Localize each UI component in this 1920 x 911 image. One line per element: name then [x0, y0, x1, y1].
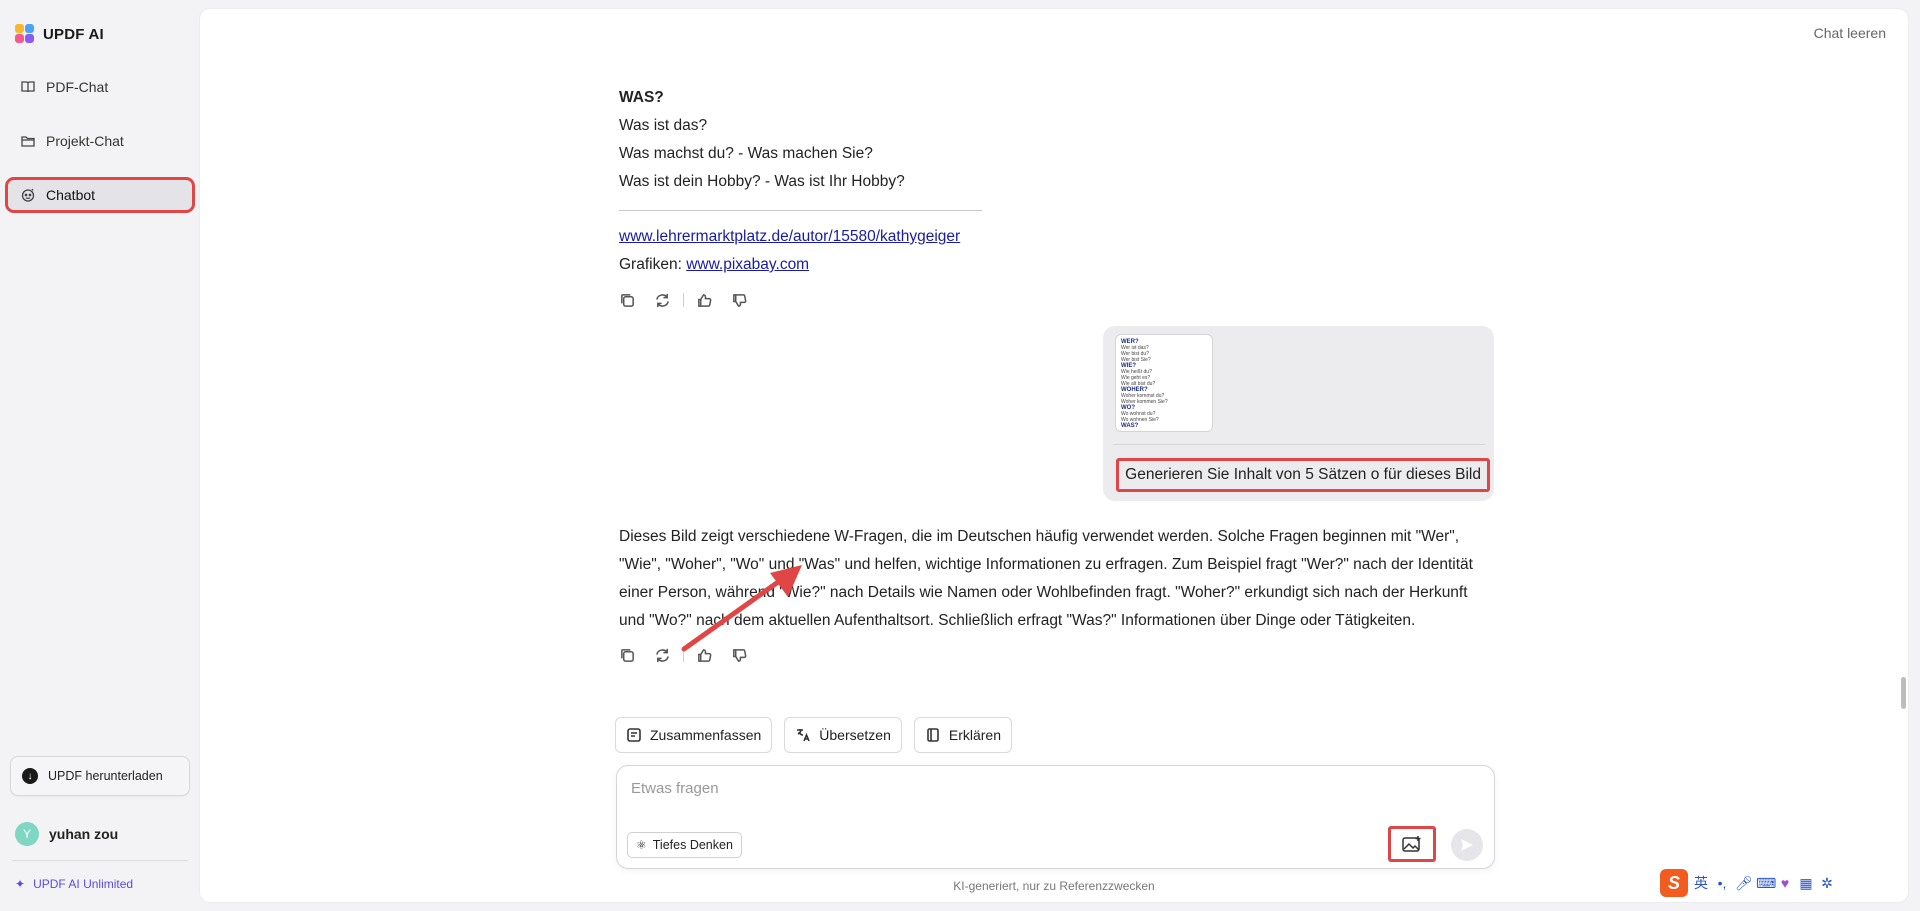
avatar: Y: [15, 822, 39, 846]
explain-icon: [927, 728, 939, 742]
quick-actions: Zusammenfassen Übersetzen Erklären: [615, 717, 1013, 753]
sidebar-item-pdf-chat[interactable]: PDF-Chat: [8, 72, 192, 102]
skin-icon[interactable]: ♥: [1777, 875, 1793, 891]
folder-icon: [21, 136, 35, 147]
summarize-button[interactable]: Zusammenfassen: [615, 717, 773, 753]
plan-link[interactable]: ✦ UPDF AI Unlimited: [15, 877, 133, 891]
summarize-icon: [627, 728, 641, 742]
regenerate-icon[interactable]: [654, 647, 671, 664]
deep-think-toggle[interactable]: ⚛ Tiefes Denken: [627, 832, 742, 858]
translate-button[interactable]: Übersetzen: [784, 717, 902, 753]
divider: [12, 860, 188, 861]
sidebar: UPDF AI PDF-Chat Projekt-Chat Chatbot ↓ …: [0, 0, 200, 911]
bot-icon: [21, 188, 35, 202]
composer: ⚛ Tiefes Denken: [616, 765, 1495, 869]
message-divider: [619, 210, 982, 211]
plan-label: UPDF AI Unlimited: [33, 877, 134, 891]
action-divider: [683, 293, 684, 307]
book-icon: [21, 81, 35, 93]
annotation-arrow: [681, 565, 802, 652]
atom-icon: ⚛: [636, 838, 647, 852]
updf-logo-icon: [15, 24, 35, 44]
disclaimer: KI-generiert, nur zu Referenzzwecken: [953, 879, 1155, 893]
message-actions: [619, 290, 1495, 310]
source-link[interactable]: www.lehrermarktplatz.de/autor/15580/kath…: [619, 228, 960, 245]
credits-link[interactable]: www.pixabay.com: [686, 256, 809, 273]
user-message: WER? Wer ist das? Wer bist du? Wer bist Si…: [1103, 326, 1494, 501]
message-line: Was machst du? - Was machen Sie?: [619, 145, 873, 162]
app-logo[interactable]: UPDF AI: [15, 24, 104, 44]
sparkle-icon: ✦: [15, 877, 26, 891]
chat-panel: Chat leeren WAS? Was ist das? Was machst…: [200, 9, 1908, 902]
chat-input[interactable]: [631, 780, 1471, 797]
chip-label: Zusammenfassen: [650, 727, 762, 743]
sidebar-item-projekt-chat[interactable]: Projekt-Chat: [8, 126, 192, 156]
ime-language[interactable]: 英: [1693, 873, 1709, 893]
microphone-icon[interactable]: 🎤︎: [1735, 875, 1753, 892]
chip-label: Erklären: [948, 727, 1002, 743]
message-line: Was ist dein Hobby? - Was ist Ihr Hobby?: [619, 173, 905, 190]
download-updf-button[interactable]: ↓ UPDF herunterladen: [10, 756, 190, 796]
bubble-divider: [1113, 444, 1485, 445]
keyboard-icon[interactable]: ⌨: [1756, 875, 1776, 892]
sidebar-item-label: Projekt-Chat: [46, 133, 124, 149]
sidebar-item-label: PDF-Chat: [46, 79, 109, 95]
user-name: yuhan zou: [49, 826, 119, 842]
user-message-text: Generieren Sie Inhalt von 5 Sätzen o für…: [1116, 458, 1490, 492]
message-line: Was ist das?: [619, 117, 708, 134]
punctuation-icon[interactable]: •,: [1714, 875, 1730, 891]
thumbs-up-icon[interactable]: [696, 292, 713, 309]
credits-label: Grafiken:: [619, 256, 687, 273]
image-upload-button[interactable]: [1388, 826, 1436, 862]
user-profile[interactable]: Y yuhan zou: [15, 822, 118, 846]
clear-chat-button[interactable]: Chat leeren: [1814, 25, 1886, 41]
scrollbar[interactable]: [1901, 677, 1906, 709]
ime-toolbar: S 英 •, 🎤︎ ⌨ ♥ ▦ ✲: [1656, 867, 1860, 899]
deep-think-label: Tiefes Denken: [652, 838, 733, 852]
copy-icon[interactable]: [619, 647, 636, 664]
download-label: UPDF herunterladen: [48, 769, 163, 783]
copy-icon[interactable]: [619, 292, 636, 309]
send-icon: [1461, 839, 1473, 851]
chip-label: Übersetzen: [819, 727, 891, 743]
sidebar-item-label: Chatbot: [46, 187, 96, 203]
regenerate-icon[interactable]: [654, 292, 671, 309]
send-button[interactable]: [1451, 829, 1483, 861]
translate-icon: [797, 729, 811, 742]
attached-image-thumbnail[interactable]: WER? Wer ist das? Wer bist du? Wer bist Si…: [1115, 334, 1213, 432]
message-heading: WAS?: [619, 89, 664, 106]
thumbs-down-icon[interactable]: [731, 292, 748, 309]
assistant-message: WAS? Was ist das? Was machst du? - Was m…: [619, 84, 1495, 310]
toolbox-icon[interactable]: ▦: [1798, 875, 1814, 892]
app-name: UPDF AI: [43, 25, 104, 43]
sogou-logo-icon[interactable]: S: [1660, 869, 1688, 897]
image-upload-icon: [1402, 836, 1421, 852]
sidebar-item-chatbot[interactable]: Chatbot: [5, 177, 195, 213]
explain-button[interactable]: Erklären: [913, 717, 1013, 753]
download-icon: ↓: [22, 768, 38, 784]
settings-icon[interactable]: ✲: [1819, 875, 1835, 892]
